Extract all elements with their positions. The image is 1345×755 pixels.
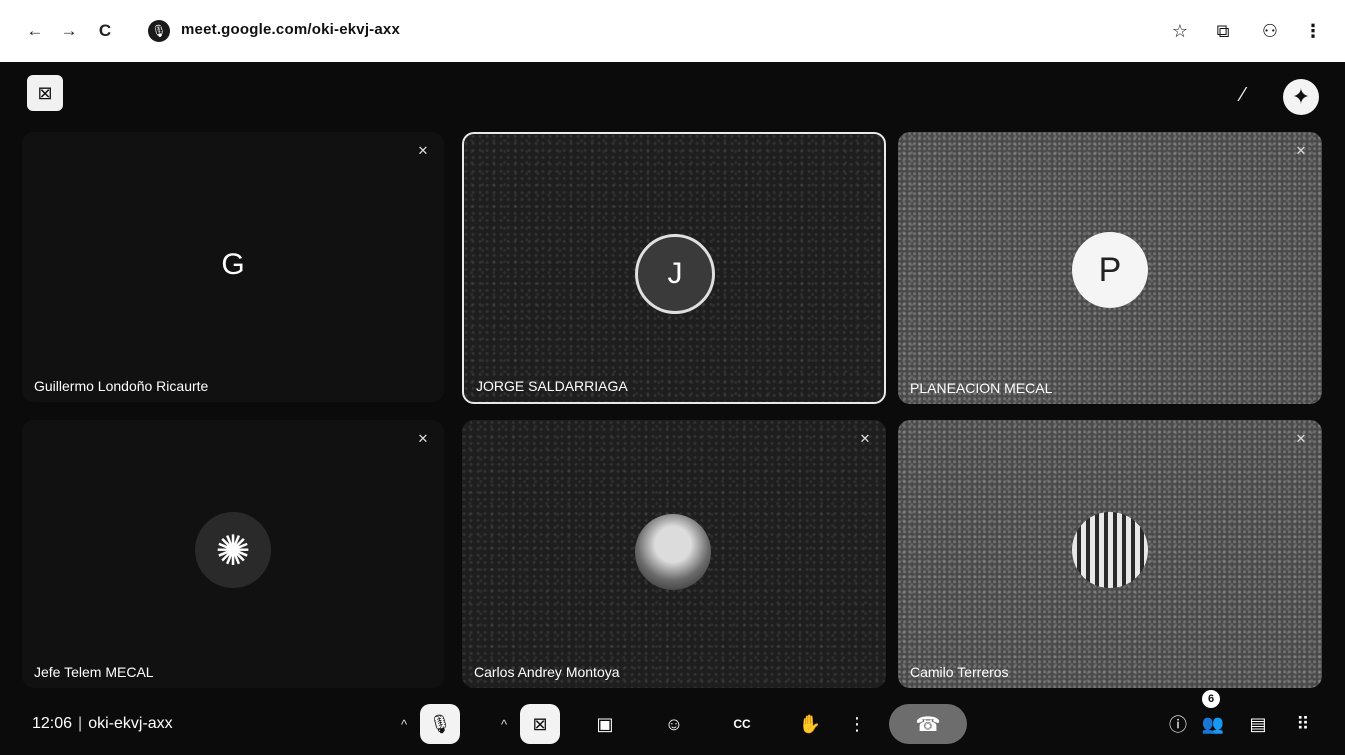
call-controls-bar: 12:06 | oki-ekvj-axx ^ 🎙 ^ ⊠ ▣ ☺ CC ✋ ⋮ ☎ … (0, 688, 1345, 755)
avatar: J (635, 234, 715, 314)
participant-tile[interactable]: ✕ Camilo Terreros (898, 420, 1322, 688)
bookmark-star-icon[interactable]: ☆ (1167, 18, 1193, 44)
participant-name: JORGE SALDARRIAGA (476, 378, 628, 394)
participant-tile-active[interactable]: J JORGE SALDARRIAGA (462, 132, 886, 404)
activities-button[interactable]: ⠿ (1285, 706, 1321, 742)
meeting-stage: ⊠ ⁄ ✦ ✕ G Guillermo Londoño Ricaurte J J… (0, 62, 1345, 755)
raise-hand-button[interactable]: ✋ (792, 706, 828, 742)
meeting-info: 12:06 | oki-ekvj-axx (32, 715, 173, 733)
people-count-badge: 6 (1202, 690, 1220, 708)
avatar: P (1072, 232, 1148, 308)
mic-muted-icon: ✕ (417, 431, 429, 446)
avatar: G (221, 248, 245, 281)
mic-toggle-button[interactable]: 🎙 (420, 704, 460, 744)
camera-off-badge-icon[interactable]: ⊠ (27, 75, 63, 111)
participant-name: PLANEACION MECAL (910, 380, 1053, 396)
effects-wand-icon[interactable]: ⁄ (1228, 80, 1258, 110)
chat-button[interactable]: ▤ (1240, 706, 1276, 742)
avatar-photo (635, 514, 711, 590)
profile-icon[interactable]: ⚇ (1257, 18, 1283, 44)
people-button[interactable]: 👥 (1195, 706, 1231, 742)
participant-tile[interactable]: ✕ P PLANEACION MECAL (898, 132, 1322, 404)
mic-muted-icon: ✕ (859, 431, 871, 446)
gemini-icon[interactable]: ✦ (1283, 79, 1319, 115)
back-icon[interactable]: ← (22, 18, 48, 44)
meeting-time: 12:06 (32, 715, 73, 732)
participant-name: Guillermo Londoño Ricaurte (34, 378, 209, 394)
site-info-icon[interactable]: 🎙 (148, 20, 170, 42)
avatar: ✺ (195, 512, 271, 588)
captions-button[interactable]: CC (724, 706, 760, 742)
reload-icon[interactable]: C (92, 18, 118, 44)
emoji-reaction-button[interactable]: ☺ (656, 706, 692, 742)
separator: | (78, 715, 83, 732)
participant-name: Camilo Terreros (910, 664, 1009, 680)
mic-muted-icon: ✕ (1295, 431, 1307, 446)
avatar-logo (1072, 512, 1148, 588)
more-options-button[interactable]: ⋮ (845, 706, 869, 742)
present-screen-button[interactable]: ▣ (587, 706, 623, 742)
browser-toolbar: ← → C 🎙 meet.google.com/oki-ekvj-axx ☆ ⧉… (0, 0, 1345, 62)
mic-muted-icon: ✕ (417, 143, 429, 158)
participant-tile[interactable]: ✕ Carlos Andrey Montoya (462, 420, 886, 688)
meeting-code: oki-ekvj-axx (88, 715, 173, 732)
participant-tile[interactable]: ✕ ✺ Jefe Telem MECAL (22, 420, 444, 688)
end-call-button[interactable]: ☎ (889, 704, 967, 744)
camera-toggle-button[interactable]: ⊠ (520, 704, 560, 744)
participant-tile[interactable]: ✕ G Guillermo Londoño Ricaurte (22, 132, 444, 402)
browser-menu-icon[interactable]: ⋮ (1300, 18, 1326, 44)
participant-name: Carlos Andrey Montoya (474, 664, 620, 680)
forward-icon[interactable]: → (56, 18, 82, 44)
participant-name: Jefe Telem MECAL (34, 664, 154, 680)
meeting-details-button[interactable]: ⓘ (1160, 706, 1196, 742)
extensions-icon[interactable]: ⧉ (1210, 18, 1236, 44)
address-bar[interactable]: meet.google.com/oki-ekvj-axx (181, 21, 400, 38)
mic-muted-icon: ✕ (1295, 143, 1307, 158)
mic-options-chevron-icon[interactable]: ^ (395, 706, 413, 742)
camera-options-chevron-icon[interactable]: ^ (495, 706, 513, 742)
